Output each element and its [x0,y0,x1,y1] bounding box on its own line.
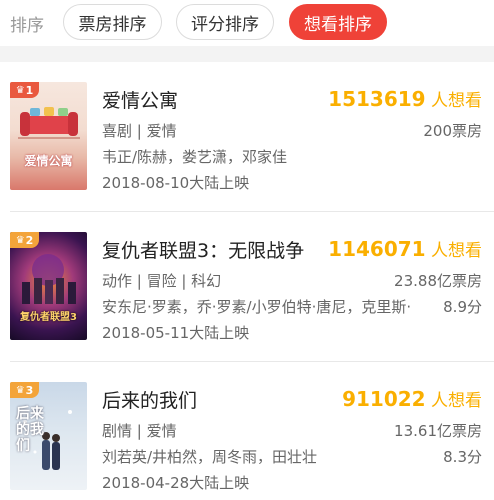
movie-score: 8.3分 [443,448,482,466]
movie-item[interactable]: ♛ 3 后来的我们 后来的我们 911022 人想看 剧情 | 爱情 13.61亿… [0,362,494,500]
release-date: 2018-08-10大陆上映 [102,174,250,192]
poster-art [22,254,76,304]
rank-badge: ♛ 2 [10,232,39,248]
movie-genre: 动作 | 冒险 | 科幻 [102,272,222,290]
movie-genre: 喜剧 | 爱情 [102,122,177,140]
crown-icon: ♛ [15,234,25,246]
release-date: 2018-04-28大陆上映 [102,474,250,492]
poster-caption: 爱情公寓 [24,154,73,168]
movie-score: 8.9分 [443,298,482,316]
sort-by-want-button[interactable]: 想看排序 [289,4,387,40]
movie-cast: 刘若英/井柏然，周冬雨，田壮壮 [102,448,318,466]
sort-by-rating-button[interactable]: 评分排序 [176,4,274,40]
release-date: 2018-05-11大陆上映 [102,324,250,342]
box-office: 23.88亿票房 [394,272,482,290]
rank-number: 3 [25,383,34,397]
movie-title[interactable]: 爱情公寓 [102,86,178,113]
box-office: 200票房 [423,122,482,140]
want-count: 1146071 人想看 [328,237,482,261]
sort-bar: 排序 票房排序 评分排序 想看排序 [0,0,494,44]
movie-poster[interactable]: ♛ 1 爱情公寓 [10,82,87,190]
crown-icon: ♛ [15,384,25,396]
rank-number: 2 [25,233,34,247]
rank-badge: ♛ 1 [10,82,39,98]
movie-genre: 剧情 | 爱情 [102,422,177,440]
movie-item[interactable]: ♛ 1 爱情公寓 爱情公寓 1513619 人想看 喜剧 | 爱情 200票房 韦… [0,62,494,212]
poster-caption: 复仇者联盟3 [20,312,77,323]
movie-title[interactable]: 后来的我们 [102,386,197,413]
poster-caption: 后来的我们 [16,406,44,454]
section-divider [0,46,494,62]
sort-by-box-office-button[interactable]: 票房排序 [63,4,162,40]
want-count: 911022 人想看 [342,387,482,411]
movie-cast: 安东尼·罗素，乔·罗素/小罗伯特·唐尼，克里斯· [102,298,412,316]
poster-art [18,107,80,139]
movie-item[interactable]: ♛ 2 复仇者联盟3 复仇者联盟3：无限战争 1146071 人想看 动作 | 冒… [0,212,494,362]
rank-number: 1 [25,83,34,97]
movie-poster[interactable]: ♛ 2 复仇者联盟3 [10,232,87,340]
crown-icon: ♛ [15,84,25,96]
want-count: 1513619 人想看 [328,87,482,111]
rank-badge: ♛ 3 [10,382,39,398]
box-office: 13.61亿票房 [394,422,482,440]
movie-cast: 韦正/陈赫，娄艺潇，邓家佳 [102,148,288,166]
movie-title[interactable]: 复仇者联盟3：无限战争 [102,236,304,263]
sort-label: 排序 [10,16,44,36]
movie-poster[interactable]: ♛ 3 后来的我们 [10,382,87,490]
